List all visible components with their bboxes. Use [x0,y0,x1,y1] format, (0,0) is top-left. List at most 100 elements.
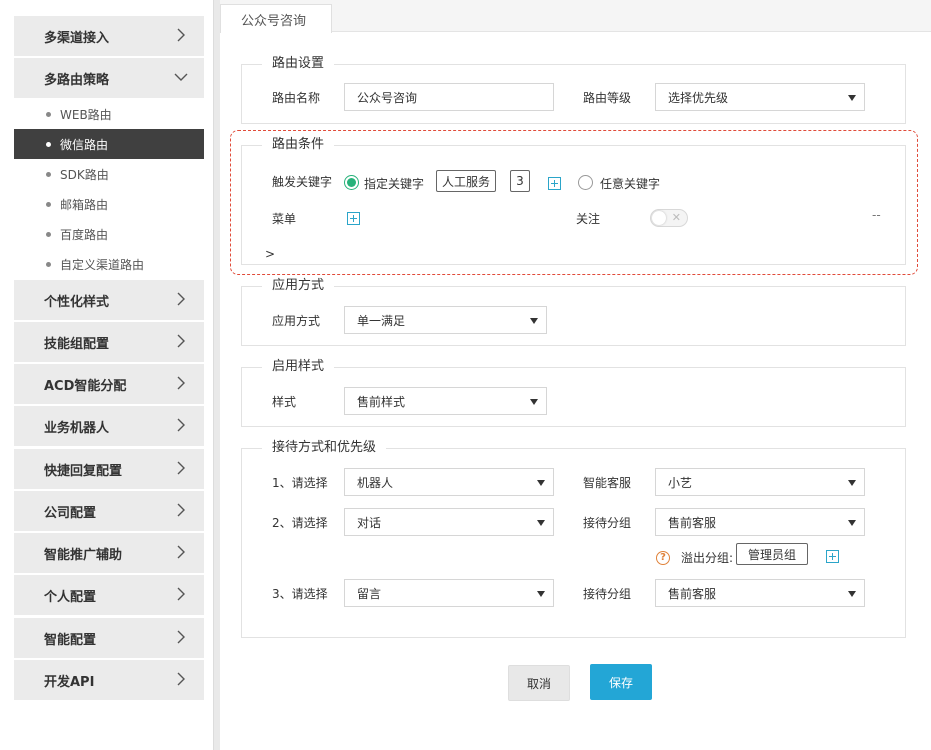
choose-label-1: 1、请选择 [272,476,328,490]
sidebar-item-label: 开发API [44,674,95,690]
main-panel: 公众号咨询 路由设置 路由名称 公众号咨询 路由等级 选择优先级 路由条件 触发… [220,0,931,750]
chevron-right-icon [177,461,185,475]
sidebar-item-promotion[interactable]: 智能推广辅助 [14,533,204,573]
sidebar-item-style[interactable]: 个性化样式 [14,280,204,320]
follow-label: 关注 [576,212,601,226]
add-menu-plus-icon[interactable] [347,212,360,225]
sidebar-item-label: 快捷回复配置 [44,463,123,479]
bullet-icon [46,262,51,267]
sidebar-item-label: 个人配置 [44,589,97,605]
route-level-value: 选择优先级 [668,90,729,105]
section-title: 启用样式 [262,359,335,375]
chevron-right-icon [177,503,185,517]
toggle-knob [652,211,666,225]
chevron-right-icon [177,545,185,559]
sidebar-item-smart-config[interactable]: 智能配置 [14,618,204,658]
sidebar-subitem-sdk[interactable]: SDK路由 [14,159,204,189]
style-label: 样式 [272,395,297,409]
sidebar-item-label: 公司配置 [44,505,97,521]
dropdown-arrow-icon [537,520,545,526]
section-title: 路由条件 [262,137,335,153]
section-title: 接待方式和优先级 [262,440,387,456]
sidebar-subitem-custom[interactable]: 自定义渠道路由 [14,249,204,279]
sidebar-item-personal[interactable]: 个人配置 [14,575,204,615]
sidebar-item-label: 业务机器人 [44,420,110,436]
sidebar-subitem-label: 自定义渠道路由 [60,257,145,272]
sidebar-subitem-label: 微信路由 [60,137,109,152]
reception-select-3[interactable]: 留言 [344,579,554,607]
smart-service-select[interactable]: 小艺 [655,468,865,496]
reception-select-2[interactable]: 对话 [344,508,554,536]
reception-value-2: 对话 [357,515,382,530]
chevron-right-icon [177,292,185,306]
toggle-off-icon: ✕ [671,211,681,224]
chevron-down-icon [174,73,188,81]
chevron-right-icon [177,376,185,390]
save-button-label: 保存 [608,675,633,690]
choose-label-2: 2、请选择 [272,516,328,530]
dropdown-arrow-icon [530,399,538,405]
dropdown-arrow-icon [848,480,856,486]
route-level-select[interactable]: 选择优先级 [655,83,865,111]
trigger-keyword-label: 触发关键字 [272,175,333,189]
sidebar-item-api[interactable]: 开发API [14,660,204,700]
sidebar-subitem-label: 百度路由 [60,227,109,242]
help-icon[interactable]: ? [656,551,670,565]
radio-any-keyword[interactable] [578,175,593,190]
cancel-button[interactable]: 取消 [508,665,570,701]
radio-specified-keyword[interactable] [344,175,359,190]
section-title: 应用方式 [262,278,335,294]
chevron-right-icon [177,672,185,686]
sidebar-item-acd[interactable]: ACD智能分配 [14,364,204,404]
sidebar-subitem-label: SDK路由 [60,167,109,182]
overflow-group-tag[interactable]: 管理员组 [736,543,808,565]
smart-service-label: 智能客服 [583,476,632,490]
tab-official-account[interactable]: 公众号咨询 [220,4,332,33]
keyword-count-value: 3 [516,174,524,188]
add-overflow-plus-icon[interactable] [826,550,839,563]
bullet-icon [46,232,51,237]
apply-method-select[interactable]: 单一满足 [344,306,547,334]
reception-select-1[interactable]: 机器人 [344,468,554,496]
follow-toggle[interactable]: ✕ [650,209,688,227]
dropdown-arrow-icon [848,520,856,526]
sidebar-subitem-email[interactable]: 邮箱路由 [14,189,204,219]
expand-toggle[interactable]: > [265,246,275,262]
sidebar-subitem-baidu[interactable]: 百度路由 [14,219,204,249]
dropdown-arrow-icon [530,318,538,324]
apply-method-value: 单一满足 [357,313,406,328]
chevron-right-icon [177,418,185,432]
dropdown-arrow-icon [537,591,545,597]
reception-group-label-2: 接待分组 [583,516,632,530]
chevron-right-icon [177,630,185,644]
sidebar-item-company[interactable]: 公司配置 [14,491,204,531]
add-keyword-plus-icon[interactable] [548,177,561,190]
sidebar-item-robot[interactable]: 业务机器人 [14,406,204,446]
keyword-count: 3 [510,170,530,192]
apply-method-section: 应用方式 [241,278,906,346]
sidebar-item-label: 智能配置 [44,632,97,648]
sidebar-item-multichannel[interactable]: 多渠道接入 [14,16,204,56]
tab-bar: 公众号咨询 [220,0,931,33]
sidebar-item-skill-group[interactable]: 技能组配置 [14,322,204,362]
sidebar-item-label: 智能推广辅助 [44,547,123,563]
sidebar-item-label: 技能组配置 [44,336,110,352]
reception-group-value-2: 售前客服 [668,515,717,530]
sidebar-subitem-web[interactable]: WEB路由 [14,99,204,129]
style-section: 启用样式 [241,359,906,427]
style-select[interactable]: 售前样式 [344,387,547,415]
sidebar-subitem-wechat[interactable]: 微信路由 [14,129,204,159]
smart-service-value: 小艺 [668,475,693,490]
route-level-label: 路由等级 [583,91,632,105]
reception-group-select-2[interactable]: 售前客服 [655,508,865,536]
cancel-button-label: 取消 [526,676,551,691]
keyword-tag[interactable]: 人工服务 [436,170,496,192]
route-name-input[interactable]: 公众号咨询 [344,83,554,111]
sidebar-item-quick-reply[interactable]: 快捷回复配置 [14,449,204,489]
sidebar-item-routing-strategy[interactable]: 多路由策略 [14,58,204,98]
choose-label-3: 3、请选择 [272,587,328,601]
reception-group-select-3[interactable]: 售前客服 [655,579,865,607]
menu-label: 菜单 [272,212,297,226]
sidebar-item-label: ACD智能分配 [44,378,127,394]
save-button[interactable]: 保存 [590,664,652,700]
